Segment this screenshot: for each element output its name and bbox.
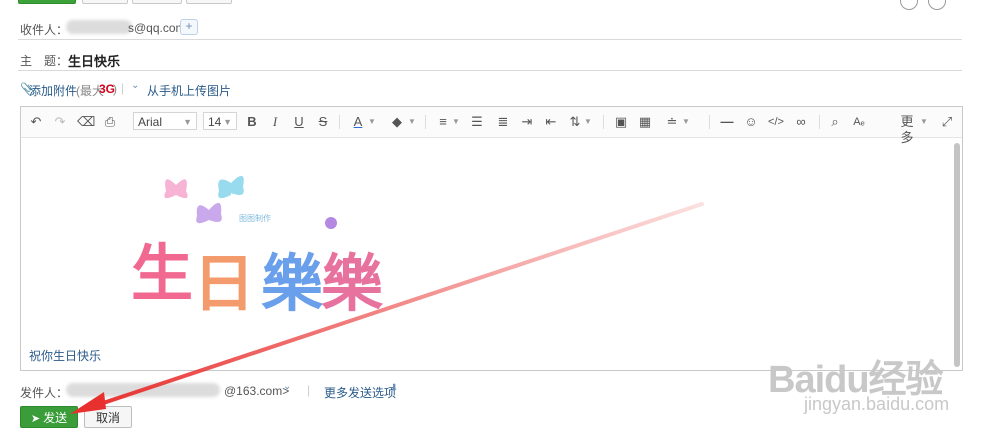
watermark-url: jingyan.baidu.com: [804, 394, 950, 414]
